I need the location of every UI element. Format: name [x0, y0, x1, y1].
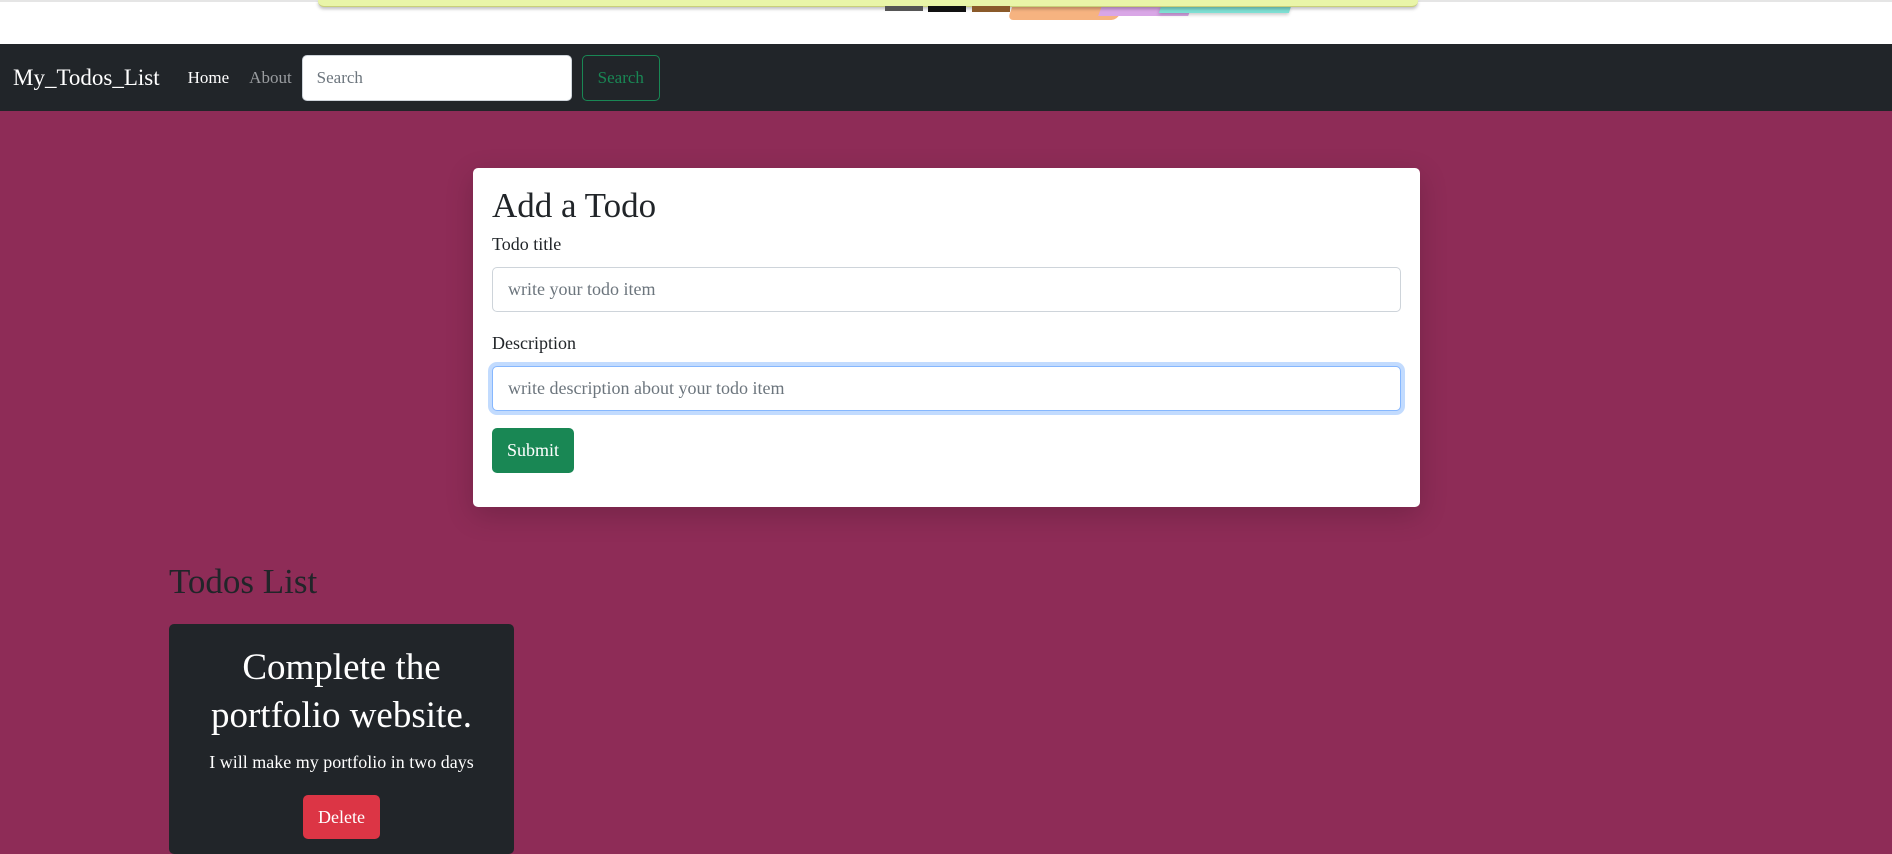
description-label: Description [492, 332, 576, 353]
todo-title-label: Todo title [492, 233, 562, 254]
nav-link-home[interactable]: Home [188, 68, 230, 88]
submit-button[interactable]: Submit [492, 427, 575, 473]
add-todo-heading: Add a Todo [492, 186, 657, 225]
nav-link-about[interactable]: About [249, 68, 292, 88]
todo-card-description: I will make my portfolio in two days [209, 752, 474, 772]
navbar: My_Todos_List Home About Search [0, 44, 1892, 111]
header-banner-image [0, 0, 1892, 44]
search-button[interactable]: Search [581, 54, 660, 101]
todo-card: Complete the portfolio website. I will m… [169, 624, 514, 854]
delete-button[interactable]: Delete [303, 795, 380, 839]
todo-card-title: Complete the portfolio website. [210, 647, 472, 736]
todos-list-heading: Todos List [169, 562, 318, 601]
todo-title-input[interactable] [492, 266, 1401, 312]
search-input[interactable] [301, 54, 572, 101]
add-todo-card: Add a Todo Todo title Description Submit [473, 168, 1420, 507]
description-input[interactable] [492, 365, 1401, 411]
navbar-brand[interactable]: My_Todos_List [13, 65, 160, 91]
